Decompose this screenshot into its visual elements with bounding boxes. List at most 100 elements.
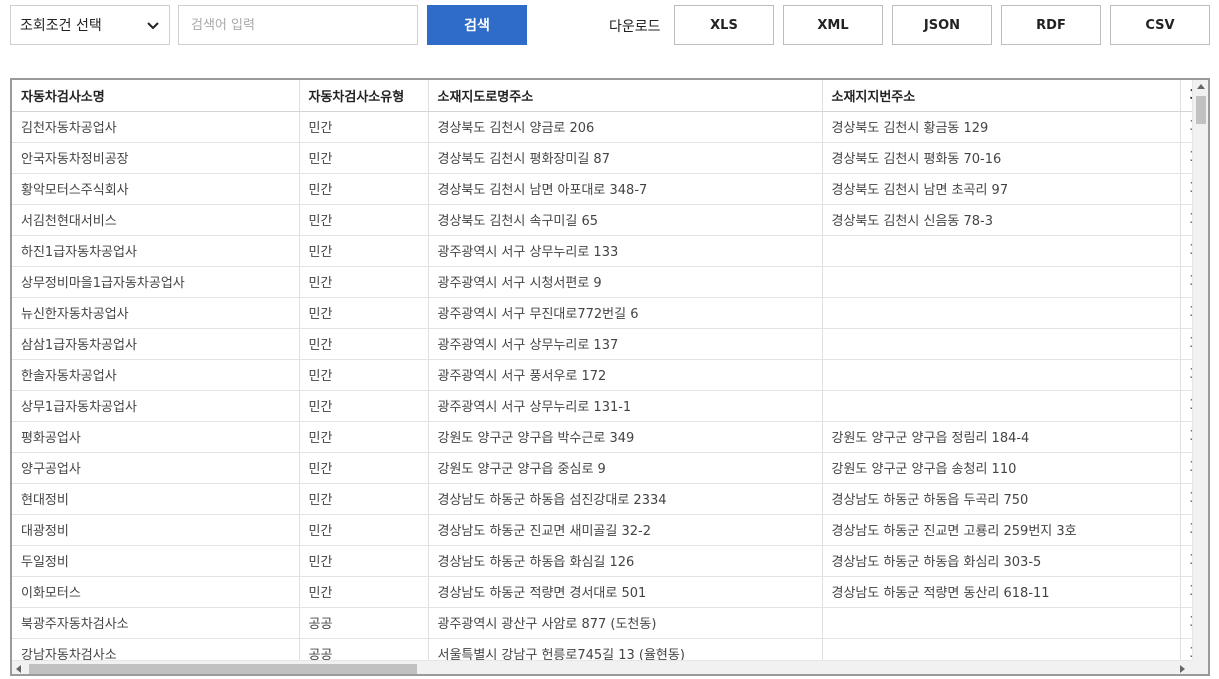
cell-station-name: 상무정비마을1급자동차공업사 bbox=[12, 266, 300, 298]
toolbar: 조회조건 선택 검색 다운로드 XLS XML JSON RDF CSV bbox=[0, 0, 1219, 50]
data-table: 자동차검사소명자동차검사소유형소재지도로명주소소재지지번주소3 김천자동차공업사… bbox=[12, 80, 1192, 660]
cell-station-name: 두일정비 bbox=[12, 545, 300, 577]
cell-station-type: 민간 bbox=[299, 545, 429, 577]
cell-road-address: 경상남도 하동군 하동읍 섬진강대로 2334 bbox=[428, 483, 823, 515]
table-row[interactable]: 이화모터스 민간 경상남도 하동군 적량면 경서대로 501 경상남도 하동군 적량면… bbox=[12, 576, 1192, 608]
cell-road-address: 광주광역시 서구 시청서편로 9 bbox=[428, 266, 823, 298]
cell-lot-address bbox=[822, 235, 1181, 267]
table-row[interactable]: 한솔자동차공업사민간광주광역시 서구 풍서우로 172 3 bbox=[12, 359, 1192, 391]
cell-station-type: 민간 bbox=[299, 359, 429, 391]
cell-extra: 3 bbox=[1180, 235, 1192, 267]
cell-station-name: 북광주자동차검사소 bbox=[12, 607, 300, 639]
cell-station-type: 민간 bbox=[299, 328, 429, 360]
table-row[interactable]: 평화공업사 민간 강원도 양구군 양구읍 박수근로 349 강원도 양구군 양구읍 정… bbox=[12, 421, 1192, 453]
search-button[interactable]: 검색 bbox=[427, 5, 527, 45]
vertical-scrollbar[interactable] bbox=[1192, 80, 1208, 660]
cell-road-address: 경상북도 김천시 남면 아포대로 348-7 bbox=[428, 173, 823, 205]
cell-extra: 3 bbox=[1180, 421, 1192, 453]
cell-extra: 3 bbox=[1180, 452, 1192, 484]
cell-road-address: 광주광역시 서구 풍서우로 172 bbox=[428, 359, 823, 391]
table-row[interactable]: 대광정비 민간 경상남도 하동군 진교면 새미골길 32-2 경상남도 하동군 진교면… bbox=[12, 514, 1192, 546]
chevron-down-icon bbox=[147, 22, 159, 30]
cell-road-address: 광주광역시 서구 상무누리로 131-1 bbox=[428, 390, 823, 422]
cell-extra: 3 bbox=[1180, 483, 1192, 515]
cell-station-name: 강남자동차검사소 bbox=[12, 638, 300, 660]
condition-select[interactable]: 조회조건 선택 bbox=[10, 5, 170, 45]
cell-lot-address: 경상남도 하동군 진교면 고룡리 259번지 3호 bbox=[822, 514, 1181, 546]
table-row[interactable]: 현대정비 민간 경상남도 하동군 하동읍 섬진강대로 2334 경상남도 하동군 하동… bbox=[12, 483, 1192, 515]
cell-station-type: 민간 bbox=[299, 297, 429, 329]
cell-station-type: 민간 bbox=[299, 266, 429, 298]
cell-station-name: 하진1급자동차공업사 bbox=[12, 235, 300, 267]
cell-lot-address: 경상남도 하동군 하동읍 화심리 303-5 bbox=[822, 545, 1181, 577]
cell-station-type: 민간 bbox=[299, 390, 429, 422]
scroll-up-arrow-icon[interactable] bbox=[1197, 84, 1205, 89]
cell-road-address: 광주광역시 서구 상무누리로 133 bbox=[428, 235, 823, 267]
cell-extra: 3 bbox=[1180, 545, 1192, 577]
cell-lot-address: 경상북도 김천시 황금동 129 bbox=[822, 111, 1181, 143]
table-row[interactable]: 강남자동차검사소공공서울특별시 강남구 헌릉로745길 13 (율현동) 3 bbox=[12, 638, 1192, 660]
cell-station-type: 민간 bbox=[299, 421, 429, 453]
cell-station-type: 민간 bbox=[299, 483, 429, 515]
cell-extra: 3 bbox=[1180, 266, 1192, 298]
cell-station-type: 민간 bbox=[299, 514, 429, 546]
column-header-road-address[interactable]: 소재지도로명주소 bbox=[428, 80, 823, 112]
cell-lot-address bbox=[822, 359, 1181, 391]
scrollbar-corner bbox=[1192, 660, 1208, 674]
download-json-button[interactable]: JSON bbox=[892, 5, 992, 45]
cell-station-name: 뉴신한자동차공업사 bbox=[12, 297, 300, 329]
scroll-left-arrow-icon[interactable] bbox=[16, 665, 21, 673]
table-row[interactable]: 황악모터스주식회사 민간 경상북도 김천시 남면 아포대로 348-7 경상북도 김천… bbox=[12, 173, 1192, 205]
table-row[interactable]: 두일정비 민간 경상남도 하동군 하동읍 화심길 126 경상남도 하동군 하동읍 화… bbox=[12, 545, 1192, 577]
cell-extra: 3 bbox=[1180, 173, 1192, 205]
column-header-extra[interactable]: 3 bbox=[1180, 80, 1192, 112]
cell-road-address: 경상남도 하동군 진교면 새미골길 32-2 bbox=[428, 514, 823, 546]
cell-lot-address: 강원도 양구군 양구읍 정림리 184-4 bbox=[822, 421, 1181, 453]
cell-lot-address bbox=[822, 266, 1181, 298]
cell-station-type: 민간 bbox=[299, 142, 429, 174]
table-row[interactable]: 뉴신한자동차공업사민간광주광역시 서구 무진대로772번길 6 3 bbox=[12, 297, 1192, 329]
column-header-station-type[interactable]: 자동차검사소유형 bbox=[299, 80, 429, 112]
table-row[interactable]: 양구공업사 민간 강원도 양구군 양구읍 중심로 9 강원도 양구군 양구읍 송청리 … bbox=[12, 452, 1192, 484]
table-row[interactable]: 상무정비마을1급자동차공업사민간광주광역시 서구 시청서편로 9 3 bbox=[12, 266, 1192, 298]
cell-extra: 3 bbox=[1180, 111, 1192, 143]
scroll-right-arrow-icon[interactable] bbox=[1180, 665, 1185, 673]
horizontal-scroll-thumb[interactable] bbox=[29, 664, 417, 674]
cell-station-name: 이화모터스 bbox=[12, 576, 300, 608]
table-row[interactable]: 하진1급자동차공업사민간광주광역시 서구 상무누리로 133 3 bbox=[12, 235, 1192, 267]
download-rdf-button[interactable]: RDF bbox=[1001, 5, 1101, 45]
cell-road-address: 서울특별시 강남구 헌릉로745길 13 (율현동) bbox=[428, 638, 823, 660]
cell-road-address: 강원도 양구군 양구읍 중심로 9 bbox=[428, 452, 823, 484]
table-row[interactable]: 안국자동차정비공장 민간 경상북도 김천시 평화장미길 87 경상북도 김천시 평화동… bbox=[12, 142, 1192, 174]
search-input[interactable] bbox=[178, 5, 418, 45]
cell-lot-address bbox=[822, 638, 1181, 660]
table-row[interactable]: 상무1급자동차공업사민간광주광역시 서구 상무누리로 131-1 3 bbox=[12, 390, 1192, 422]
cell-station-type: 민간 bbox=[299, 173, 429, 205]
cell-station-type: 민간 bbox=[299, 235, 429, 267]
table-row[interactable]: 서김천현대서비스 민간 경상북도 김천시 속구미길 65 경상북도 김천시 신음동 7… bbox=[12, 204, 1192, 236]
horizontal-scrollbar[interactable] bbox=[12, 660, 1192, 674]
table-row[interactable]: 북광주자동차검사소공공광주광역시 광산구 사암로 877 (도천동) 3 bbox=[12, 607, 1192, 639]
cell-station-type: 민간 bbox=[299, 204, 429, 236]
table-header-row: 자동차검사소명자동차검사소유형소재지도로명주소소재지지번주소3 bbox=[12, 80, 1192, 112]
download-csv-button[interactable]: CSV bbox=[1110, 5, 1210, 45]
column-header-lot-address[interactable]: 소재지지번주소 bbox=[822, 80, 1181, 112]
cell-extra: 3 bbox=[1180, 297, 1192, 329]
cell-lot-address bbox=[822, 328, 1181, 360]
cell-station-name: 상무1급자동차공업사 bbox=[12, 390, 300, 422]
cell-extra: 3 bbox=[1180, 638, 1192, 660]
cell-extra: 3 bbox=[1180, 607, 1192, 639]
cell-station-name: 평화공업사 bbox=[12, 421, 300, 453]
cell-station-name: 서김천현대서비스 bbox=[12, 204, 300, 236]
download-xls-button[interactable]: XLS bbox=[674, 5, 774, 45]
cell-station-type: 공공 bbox=[299, 638, 429, 660]
cell-extra: 3 bbox=[1180, 390, 1192, 422]
vertical-scroll-thumb[interactable] bbox=[1196, 96, 1206, 124]
cell-station-name: 현대정비 bbox=[12, 483, 300, 515]
column-header-station-name[interactable]: 자동차검사소명 bbox=[12, 80, 300, 112]
cell-road-address: 경상북도 김천시 평화장미길 87 bbox=[428, 142, 823, 174]
download-xml-button[interactable]: XML bbox=[783, 5, 883, 45]
cell-station-name: 황악모터스주식회사 bbox=[12, 173, 300, 205]
table-row[interactable]: 삼삼1급자동차공업사민간광주광역시 서구 상무누리로 137 3 bbox=[12, 328, 1192, 360]
table-row[interactable]: 김천자동차공업사 민간 경상북도 김천시 양금로 206 경상북도 김천시 황금동 1… bbox=[12, 111, 1192, 143]
